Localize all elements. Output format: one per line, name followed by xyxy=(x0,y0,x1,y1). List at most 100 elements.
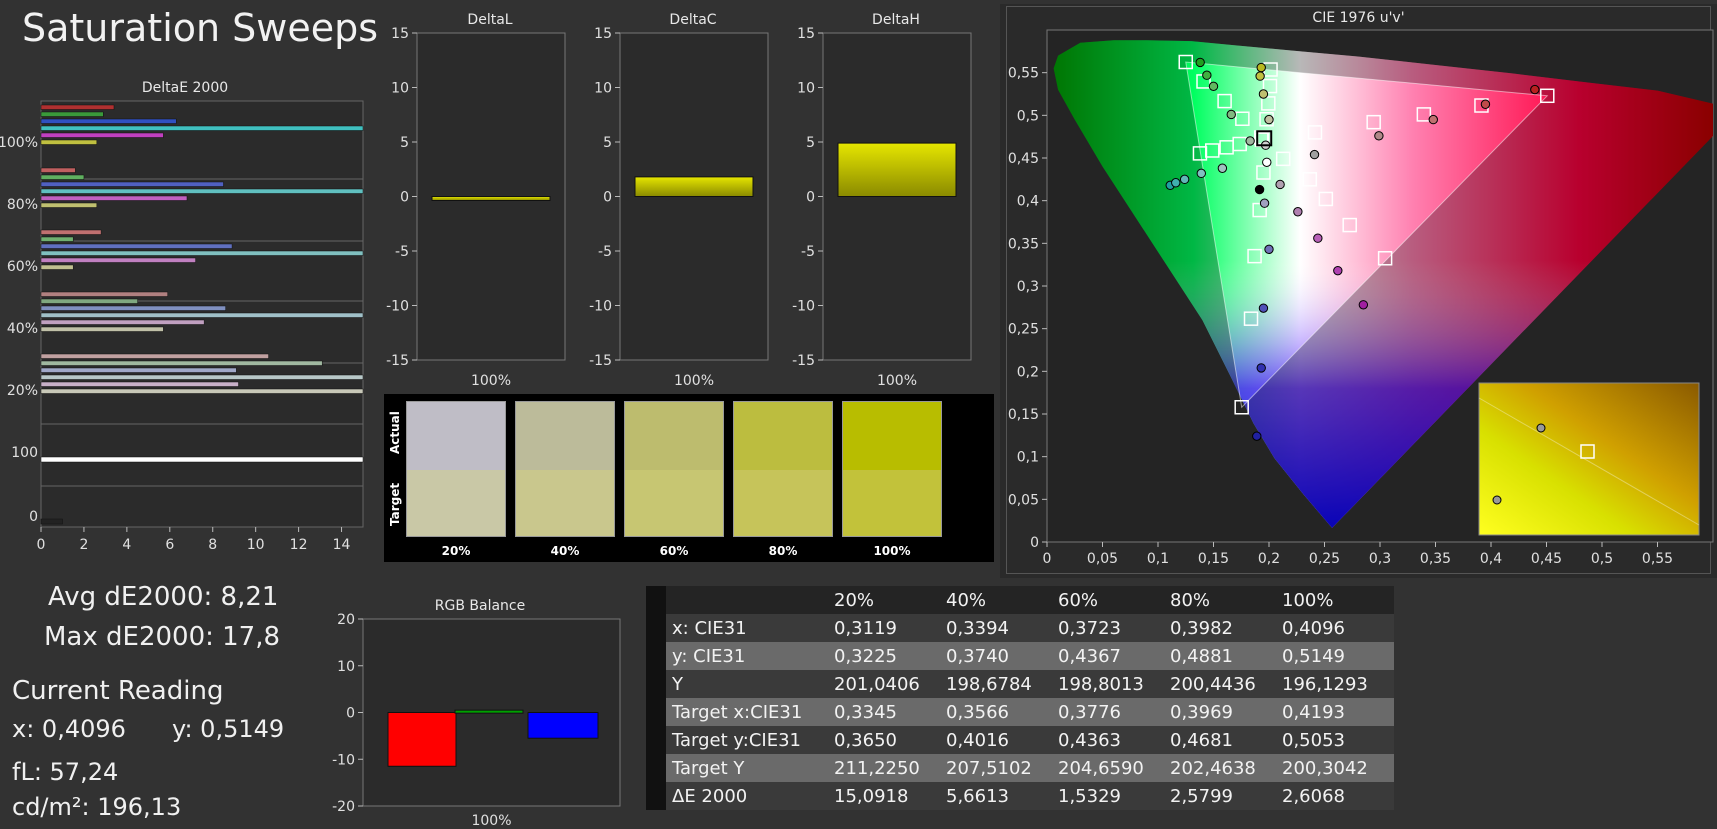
table-cell: 0,4193 xyxy=(1282,698,1394,726)
measured-point xyxy=(1262,157,1272,167)
cie-x-tick: 0,55 xyxy=(1642,551,1673,567)
current-reading-heading: Current Reading xyxy=(12,676,224,706)
row-label: ΔE 2000 xyxy=(666,782,834,810)
cie-y-tick: 0,15 xyxy=(1008,407,1039,423)
swatch-label: 60% xyxy=(659,544,689,558)
deltal-plot: 15 10 5 0 -5 -10 -15 100% xyxy=(386,26,566,388)
cie-y-tick: 0,3 xyxy=(1017,279,1039,295)
cie-x-tick: 0,15 xyxy=(1198,551,1229,567)
deltae-bar xyxy=(40,229,102,235)
deltae-bar xyxy=(40,118,177,124)
cie-y-tick: 0,25 xyxy=(1008,322,1039,338)
deltae-bar xyxy=(40,291,168,297)
max-de2000: Max dE2000: 17,8 xyxy=(44,622,281,652)
table-cell: 0,4881 xyxy=(1170,642,1282,670)
table-cell: 0,4363 xyxy=(1058,726,1170,754)
deltae-y-tick: 0 xyxy=(29,509,38,525)
table-header: 100% xyxy=(1282,586,1394,614)
inset-measured-point xyxy=(1492,495,1502,505)
measured-point xyxy=(1226,109,1236,120)
rgb-y-tick: -10 xyxy=(332,752,355,768)
deltae-bar xyxy=(40,264,74,270)
target-label: Target xyxy=(388,482,402,526)
table-cell: 200,3042 xyxy=(1282,754,1394,782)
swatch-target xyxy=(625,470,723,536)
table-cell: 211,2250 xyxy=(834,754,946,782)
deltae-x-tick: 14 xyxy=(333,537,351,553)
deltae-x-tick: 4 xyxy=(122,537,131,553)
rgb-bar xyxy=(454,709,524,714)
y-tick: -15 xyxy=(792,353,815,369)
measured-point xyxy=(1256,62,1266,73)
y-tick: -10 xyxy=(589,299,612,315)
measured-point xyxy=(1333,265,1343,276)
cie-y-tick: 0,4 xyxy=(1017,194,1039,210)
delta-bar xyxy=(431,196,551,201)
page-title: Saturation Sweeps xyxy=(22,6,379,50)
measured-point xyxy=(1530,84,1540,95)
current-fl: fL: 57,24 xyxy=(12,758,119,786)
deltae-bar xyxy=(40,518,63,525)
swatch-label: 20% xyxy=(441,544,471,558)
swatch-target xyxy=(407,470,505,536)
deltae-bar xyxy=(40,181,224,187)
deltae-bar xyxy=(40,456,364,463)
deltae-bar xyxy=(40,353,269,359)
table-cell: 2,6068 xyxy=(1282,782,1394,810)
deltae-bar xyxy=(40,326,164,332)
cie-y-tick: 0,55 xyxy=(1008,66,1039,82)
cie-y-tick: 0,05 xyxy=(1008,492,1039,508)
measured-point xyxy=(1358,300,1369,310)
row-label: x: CIE31 xyxy=(666,614,834,642)
deltae-y-tick: 80% xyxy=(7,197,38,213)
deltae-y-tick: 40% xyxy=(7,321,38,337)
cie-x-tick: 0,3 xyxy=(1369,551,1391,567)
measured-point xyxy=(1264,114,1274,125)
table-cell: 0,3969 xyxy=(1170,698,1282,726)
swatch-label: 80% xyxy=(768,544,798,558)
measured-point xyxy=(1171,178,1181,188)
inset-area xyxy=(1478,382,1700,536)
deltae-chart: DeltaE 2000 100% 80% 60% 40% 20% 100 0 0 2 4 6 8 10 1… xyxy=(0,70,370,570)
table-cell: 0,3394 xyxy=(946,614,1058,642)
measured-point xyxy=(1293,207,1303,217)
deltae-y-tick: 60% xyxy=(7,259,38,275)
cie-x-tick: 0 xyxy=(1043,551,1052,567)
deltae-bar xyxy=(40,319,205,325)
row-label: Target x:CIE31 xyxy=(666,698,834,726)
measured-point xyxy=(1217,163,1228,173)
cie-y-tick: 0,2 xyxy=(1017,364,1039,380)
measured-point xyxy=(1258,303,1269,313)
table-cell: 0,3740 xyxy=(946,642,1058,670)
measured-point xyxy=(1179,174,1190,185)
y-tick: 15 xyxy=(797,26,815,42)
measured-point xyxy=(1264,244,1274,255)
swatch-target xyxy=(516,470,614,536)
y-tick: 0 xyxy=(603,190,612,206)
cie-x-tick: 0,4 xyxy=(1480,551,1502,567)
measured-point xyxy=(1374,131,1384,141)
inset-measured-point xyxy=(1536,423,1546,433)
y-tick: -15 xyxy=(386,353,409,369)
table-header: 60% xyxy=(1058,586,1170,614)
deltae-x-tick: 6 xyxy=(165,537,174,553)
measured-point xyxy=(1202,70,1212,80)
measured-point xyxy=(1245,136,1255,146)
current-cdm2: cd/m²: 196,13 xyxy=(12,793,182,821)
table-cell: 0,3650 xyxy=(834,726,946,754)
measured-point xyxy=(1480,99,1491,109)
table-header: 20% xyxy=(834,586,946,614)
y-tick: -5 xyxy=(598,244,612,260)
row-label: Target Y xyxy=(666,754,834,782)
cie-y-tick: 0 xyxy=(1030,535,1039,551)
table-row: x: CIE31 0,3119 0,3394 0,3723 0,3982 0,4096 xyxy=(646,614,1394,642)
measured-point xyxy=(1195,57,1205,68)
table-header-row: 20% 40% 60% 80% 100% xyxy=(646,586,1394,614)
table-cell: 2,5799 xyxy=(1170,782,1282,810)
deltae-plot: 100% 80% 60% 40% 20% 100 0 0 2 4 6 8 10 12 14 xyxy=(0,100,364,553)
deltae-bar xyxy=(40,305,226,311)
measured-point xyxy=(1196,168,1206,179)
table-cell: 200,4436 xyxy=(1170,670,1282,698)
rgb-bar xyxy=(387,712,457,767)
measured-point xyxy=(1309,149,1320,160)
